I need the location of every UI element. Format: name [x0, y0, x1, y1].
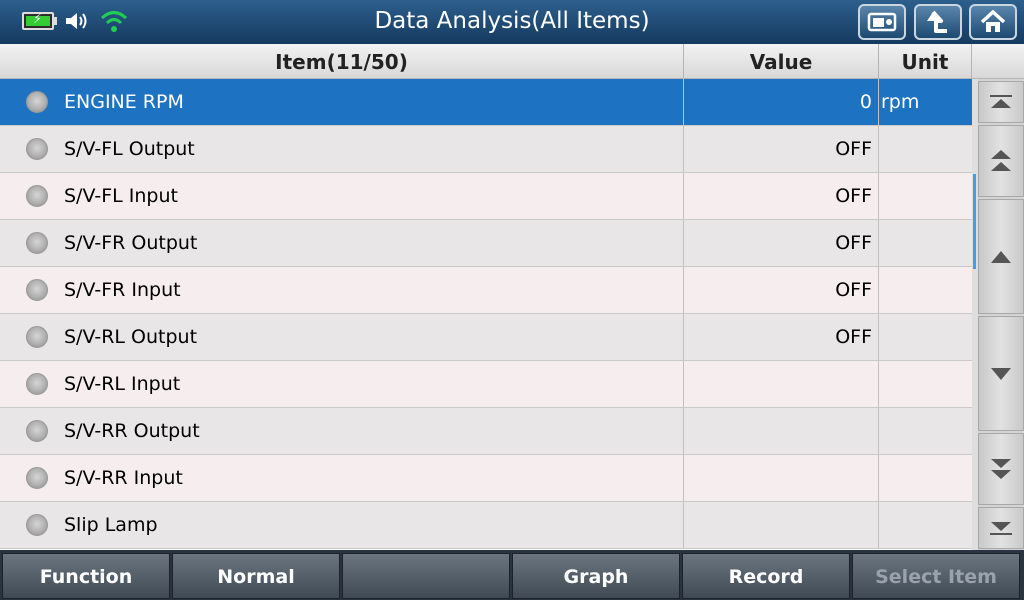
double-up-icon: [991, 150, 1011, 171]
blank-button[interactable]: [342, 553, 510, 599]
scroll-bottom-button[interactable]: [978, 507, 1024, 549]
row-unit: [879, 173, 972, 219]
graph-button[interactable]: Graph: [512, 553, 680, 599]
row-item-cell: S/V-FR Output: [0, 220, 684, 266]
row-item-cell: S/V-FL Output: [0, 126, 684, 172]
table-row[interactable]: S/V-RR Input: [0, 455, 972, 502]
home-icon: [980, 10, 1006, 32]
row-unit: [879, 502, 972, 548]
row-value: [684, 502, 879, 548]
row-unit: [879, 267, 972, 313]
row-value: [684, 408, 879, 454]
row-item-label: ENGINE RPM: [64, 91, 184, 113]
row-value: OFF: [684, 314, 879, 360]
table-row[interactable]: S/V-FR Input OFF: [0, 267, 972, 314]
row-item-cell: S/V-RL Output: [0, 314, 684, 360]
row-item-cell: S/V-RR Input: [0, 455, 684, 501]
function-button[interactable]: Function: [2, 553, 170, 599]
row-value: [684, 361, 879, 407]
scroll-page-down-button[interactable]: [978, 433, 1024, 505]
row-item-label: S/V-RL Input: [64, 373, 181, 395]
row-radio-icon[interactable]: [26, 138, 48, 160]
column-header-item[interactable]: Item(11/50): [0, 44, 684, 79]
table-row[interactable]: S/V-RR Output: [0, 408, 972, 455]
row-item-cell: S/V-RL Input: [0, 361, 684, 407]
row-item-cell: Slip Lamp: [0, 502, 684, 548]
row-value: OFF: [684, 173, 879, 219]
row-value: OFF: [684, 267, 879, 313]
row-unit: [879, 220, 972, 266]
row-unit: rpm: [881, 91, 920, 113]
row-item-label: S/V-RR Output: [64, 420, 200, 442]
down-icon: [991, 367, 1011, 380]
row-radio-icon[interactable]: [26, 279, 48, 301]
table-row[interactable]: S/V-FL Output OFF: [0, 126, 972, 173]
title-bar: ⚡ Data Analysis(All Items): [0, 0, 1024, 45]
scroll-up-button[interactable]: [978, 199, 1024, 314]
table-row[interactable]: S/V-FL Input OFF: [0, 173, 972, 220]
row-value: OFF: [684, 126, 879, 172]
scroll-top-icon: [990, 95, 1012, 108]
row-radio-icon[interactable]: [26, 467, 48, 489]
row-item-label: S/V-FL Input: [64, 185, 178, 207]
up-icon: [991, 250, 1011, 263]
row-radio-icon[interactable]: [26, 185, 48, 207]
row-item-cell: ENGINE RPM: [0, 79, 684, 125]
row-item-cell: S/V-FR Input: [0, 267, 684, 313]
row-unit: [879, 126, 972, 172]
scroll-down-button[interactable]: [978, 316, 1024, 431]
row-item-label: S/V-FR Output: [64, 232, 198, 254]
table-row[interactable]: S/V-RL Output OFF: [0, 314, 972, 361]
row-radio-icon[interactable]: [26, 232, 48, 254]
capture-icon: [867, 12, 897, 32]
row-item-label: S/V-RL Output: [64, 326, 198, 348]
function-bar: Function Normal Graph Record Select Item: [0, 550, 1024, 600]
row-value: [684, 455, 879, 501]
row-item-label: S/V-FR Input: [64, 279, 181, 301]
row-radio-icon[interactable]: [26, 326, 48, 348]
row-value: 0: [684, 79, 879, 125]
row-item-label: S/V-RR Input: [64, 467, 183, 489]
row-item-cell: S/V-FL Input: [0, 173, 684, 219]
column-header-unit[interactable]: Unit: [879, 44, 972, 79]
row-unit: [879, 408, 972, 454]
row-item-label: S/V-FL Output: [64, 138, 195, 160]
row-unit: [879, 455, 972, 501]
select-item-button: Select Item: [852, 553, 1020, 599]
row-item-label: Slip Lamp: [64, 514, 158, 536]
table-row[interactable]: S/V-RL Input: [0, 361, 972, 408]
double-down-icon: [991, 459, 1011, 479]
table-row[interactable]: Slip Lamp: [0, 502, 972, 549]
normal-button[interactable]: Normal: [172, 553, 340, 599]
record-button[interactable]: Record: [682, 553, 850, 599]
scrollbar-thumb[interactable]: [973, 174, 976, 269]
scroll-bottom-icon: [990, 522, 1012, 535]
column-header-value[interactable]: Value: [684, 44, 879, 79]
row-radio-icon[interactable]: [26, 373, 48, 395]
row-radio-icon[interactable]: [26, 420, 48, 442]
back-icon: [927, 10, 947, 33]
row-item-cell: S/V-RR Output: [0, 408, 684, 454]
back-button[interactable]: [914, 4, 962, 40]
table-row[interactable]: S/V-FR Output OFF: [0, 220, 972, 267]
row-radio-icon[interactable]: [26, 91, 48, 113]
table-row[interactable]: ENGINE RPM 0 rpm: [0, 79, 972, 126]
home-button[interactable]: [969, 4, 1017, 40]
scroll-top-button[interactable]: [978, 81, 1024, 123]
capture-button[interactable]: [858, 4, 906, 40]
column-header-blank: [972, 44, 1024, 79]
scroll-controls: [972, 79, 1024, 550]
row-unit: [879, 361, 972, 407]
data-table: Item(11/50) Value Unit ENGINE RPM 0 rpm S/V…: [0, 44, 1024, 550]
row-unit: [879, 314, 972, 360]
row-value: OFF: [684, 220, 879, 266]
scroll-page-up-button[interactable]: [978, 125, 1024, 197]
row-radio-icon[interactable]: [26, 514, 48, 536]
